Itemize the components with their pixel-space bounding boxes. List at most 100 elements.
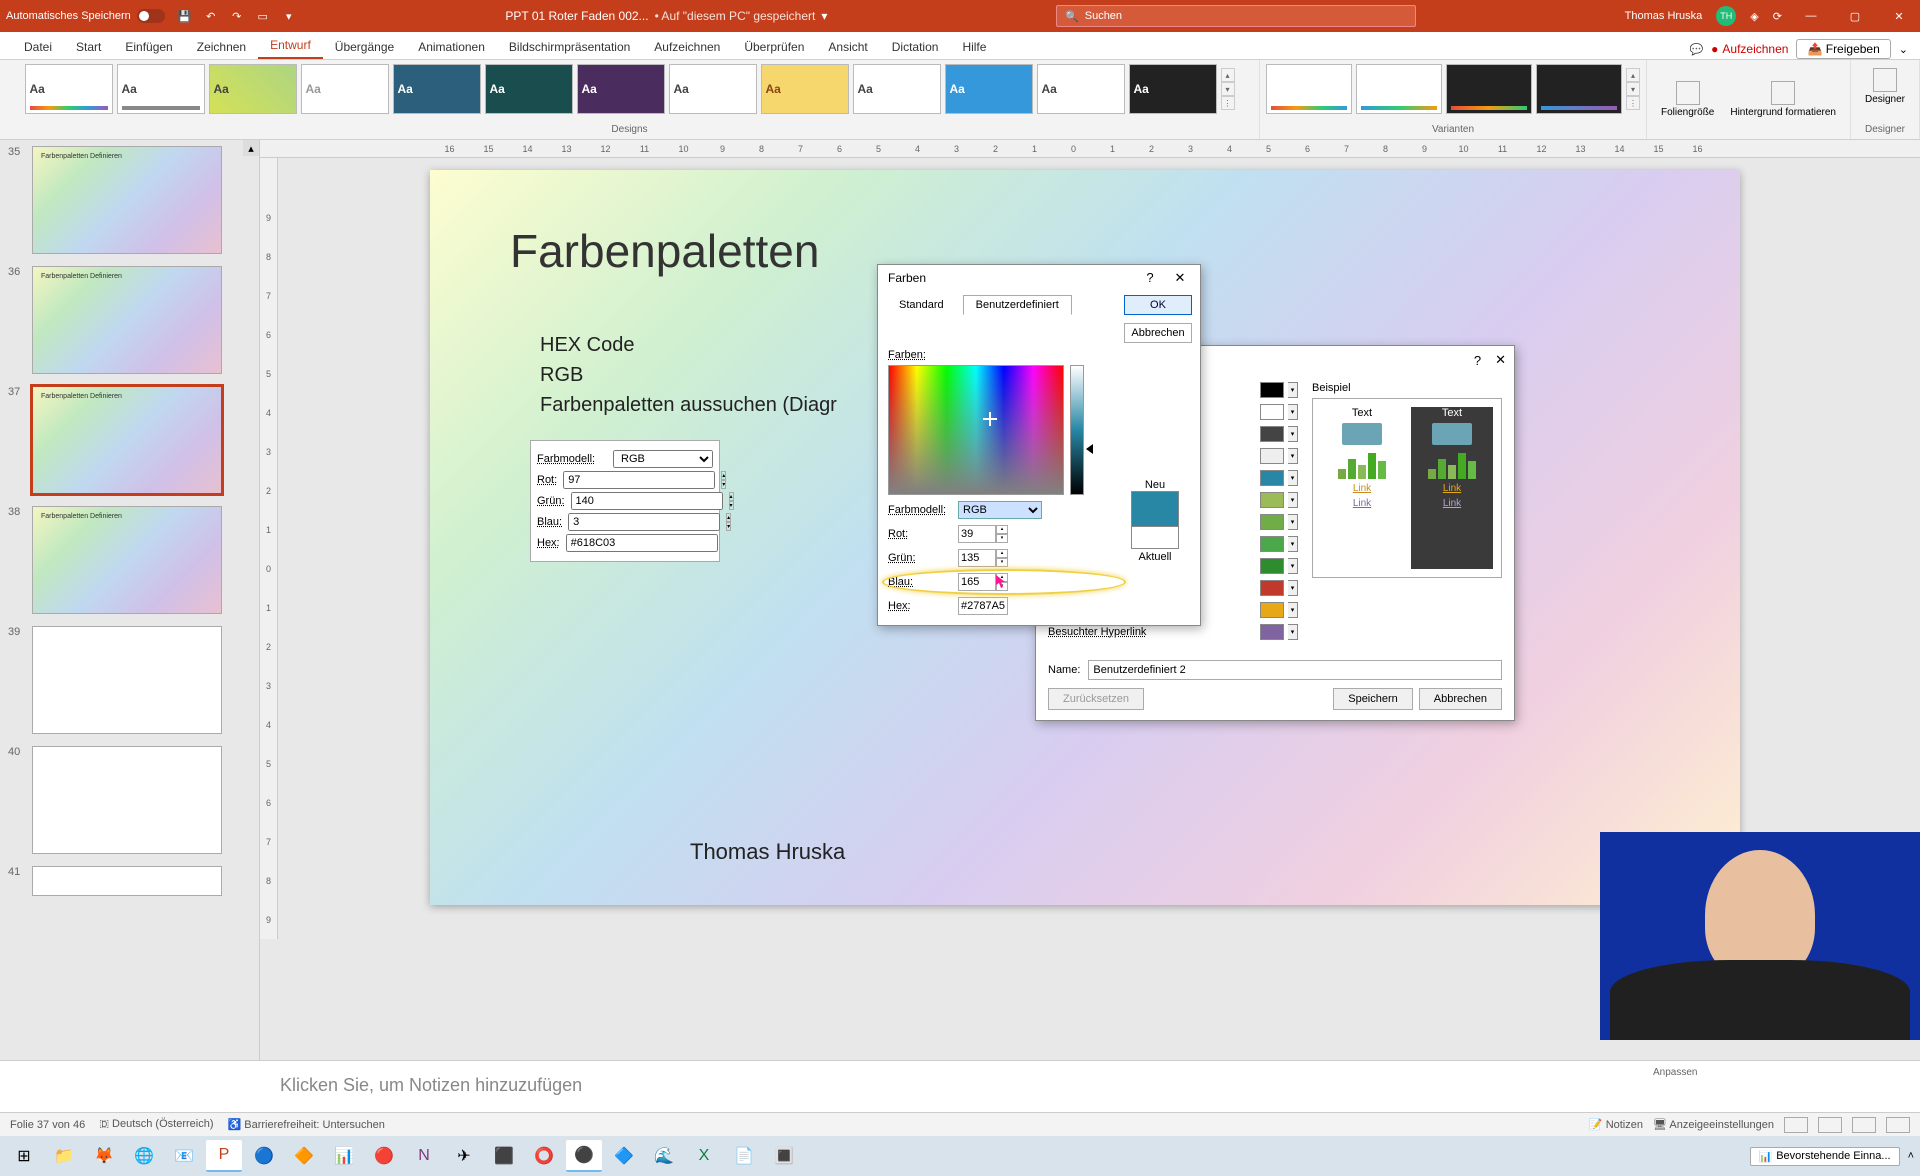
record-button[interactable]: ●Aufzeichnen — [1711, 42, 1788, 56]
slide-thumb-40[interactable] — [32, 746, 222, 854]
save-icon[interactable]: 💾 — [177, 8, 193, 24]
tab-start[interactable]: Start — [64, 35, 113, 59]
collapse-ribbon-icon[interactable]: ⌄ — [1899, 43, 1908, 56]
theme-thumb[interactable]: Aa — [761, 64, 849, 114]
app-icon[interactable]: ⭕ — [526, 1140, 562, 1172]
variants-more[interactable]: ▴▾⋮ — [1626, 64, 1640, 114]
user-avatar[interactable]: TH — [1716, 6, 1736, 26]
tab-custom[interactable]: Benutzerdefiniert — [963, 295, 1072, 315]
color-dropdown-icon[interactable]: ▾ — [1288, 426, 1298, 442]
tab-einfuegen[interactable]: Einfügen — [113, 35, 184, 59]
color-dropdown-icon[interactable]: ▾ — [1288, 492, 1298, 508]
variants-gallery[interactable]: ▴▾⋮ — [1266, 64, 1640, 114]
theme-thumb[interactable]: Aa — [209, 64, 297, 114]
theme-thumb[interactable]: Aa — [853, 64, 941, 114]
tab-zeichnen[interactable]: Zeichnen — [185, 35, 258, 59]
color-dropdown-icon[interactable]: ▾ — [1288, 470, 1298, 486]
variant-thumb[interactable] — [1266, 64, 1352, 114]
theme-thumb[interactable]: Aa — [393, 64, 481, 114]
cancel-button[interactable]: Abbrechen — [1419, 688, 1502, 710]
slide-panel[interactable]: ▴ 35Farbenpaletten Definieren 36Farbenpa… — [0, 140, 260, 1060]
designs-gallery[interactable]: Aa Aa Aa Aa Aa Aa Aa Aa Aa Aa Aa Aa Aa ▴… — [25, 64, 1235, 114]
color-dropdown-icon[interactable]: ▾ — [1288, 580, 1298, 596]
tab-dictation[interactable]: Dictation — [880, 35, 951, 59]
color-dropdown-icon[interactable]: ▾ — [1288, 448, 1298, 464]
variant-thumb[interactable] — [1446, 64, 1532, 114]
format-background-button[interactable]: Hintergrund formatieren — [1722, 77, 1844, 122]
app-icon[interactable]: 🔵 — [246, 1140, 282, 1172]
slideshow-view-icon[interactable] — [1886, 1117, 1910, 1133]
color-dropdown-icon[interactable]: ▾ — [1288, 602, 1298, 618]
variant-thumb[interactable] — [1536, 64, 1622, 114]
dialog-close-icon[interactable]: ✕ — [1495, 352, 1506, 368]
green-spinner[interactable]: ▴▾ — [996, 549, 1008, 567]
color-swatch[interactable] — [1260, 580, 1284, 596]
search-box[interactable]: 🔍 Suchen — [1056, 5, 1416, 27]
tab-aufzeichnen[interactable]: Aufzeichnen — [642, 35, 732, 59]
color-swatch[interactable] — [1260, 514, 1284, 530]
slide-thumb-39[interactable] — [32, 626, 222, 734]
tray-chevron-icon[interactable]: ˄ — [1908, 1150, 1914, 1162]
app-icon[interactable]: 🔷 — [606, 1140, 642, 1172]
red-spinner[interactable]: ▴▾ — [996, 525, 1008, 543]
sync-icon[interactable]: ⟳ — [1773, 10, 1782, 23]
tab-hilfe[interactable]: Hilfe — [950, 35, 998, 59]
tab-bildschirm[interactable]: Bildschirmpräsentation — [497, 35, 642, 59]
color-swatch[interactable] — [1260, 602, 1284, 618]
color-dropdown-icon[interactable]: ▾ — [1288, 382, 1298, 398]
designs-more[interactable]: ▴▾⋮ — [1221, 64, 1235, 114]
obs-icon[interactable]: ⚫ — [566, 1140, 602, 1172]
tab-uebergaenge[interactable]: Übergänge — [323, 35, 406, 59]
vlc-icon[interactable]: 🔶 — [286, 1140, 322, 1172]
app-icon[interactable]: ⬛ — [486, 1140, 522, 1172]
comments-icon[interactable]: 💬 — [1689, 43, 1703, 56]
theme-thumb[interactable]: Aa — [301, 64, 389, 114]
redo-icon[interactable]: ↷ — [229, 8, 245, 24]
blue-spinner[interactable]: ▴▾ — [996, 573, 1008, 591]
color-model-select[interactable]: RGB — [958, 501, 1042, 519]
edge-icon[interactable]: 🌊 — [646, 1140, 682, 1172]
color-swatch[interactable] — [1260, 448, 1284, 464]
tab-ansicht[interactable]: Ansicht — [816, 35, 879, 59]
red-input[interactable] — [958, 525, 996, 543]
color-swatch[interactable] — [1260, 536, 1284, 552]
color-swatch[interactable] — [1260, 470, 1284, 486]
hex-input[interactable] — [958, 597, 1008, 615]
notes-pane[interactable]: Klicken Sie, um Notizen hinzuzufügen — [0, 1060, 1920, 1112]
share-button[interactable]: 📤 Freigeben — [1796, 39, 1890, 59]
sorter-view-icon[interactable] — [1818, 1117, 1842, 1133]
theme-thumb[interactable]: Aa — [945, 64, 1033, 114]
color-swatch[interactable] — [1260, 624, 1284, 640]
notes-toggle[interactable]: 📝 Notizen — [1589, 1118, 1643, 1131]
start-menu-icon[interactable]: ⊞ — [6, 1140, 42, 1172]
theme-thumb[interactable]: Aa — [577, 64, 665, 114]
dialog-help-icon[interactable]: ? — [1474, 353, 1481, 368]
reading-view-icon[interactable] — [1852, 1117, 1876, 1133]
autosave-toggle[interactable] — [137, 9, 165, 23]
slide-thumb-35[interactable]: Farbenpaletten Definieren — [32, 146, 222, 254]
onenote-icon[interactable]: N — [406, 1140, 442, 1172]
slide-size-button[interactable]: Foliengröße — [1653, 77, 1722, 122]
slide-thumb-37[interactable]: Farbenpaletten Definieren — [32, 386, 222, 494]
scroll-up-icon[interactable]: ▴ — [243, 140, 259, 156]
user-name[interactable]: Thomas Hruska — [1625, 10, 1703, 22]
accessibility-check[interactable]: ♿ Barrierefreiheit: Untersuchen — [228, 1118, 385, 1131]
color-dropdown-icon[interactable]: ▾ — [1288, 624, 1298, 640]
tray-notification[interactable]: 📊 Bevorstehende Einna... — [1750, 1147, 1900, 1166]
save-button[interactable]: Speichern — [1333, 688, 1413, 710]
dialog-close-icon[interactable]: ✕ — [1170, 270, 1190, 286]
slide-counter[interactable]: Folie 37 von 46 — [10, 1119, 85, 1131]
tab-datei[interactable]: Datei — [12, 35, 64, 59]
tab-standard[interactable]: Standard — [886, 295, 957, 315]
green-input[interactable] — [958, 549, 996, 567]
outlook-icon[interactable]: 📧 — [166, 1140, 202, 1172]
theme-thumb[interactable]: Aa — [669, 64, 757, 114]
theme-thumb[interactable]: Aa — [1129, 64, 1217, 114]
title-dropdown-icon[interactable]: ▾ — [821, 9, 827, 23]
color-swatch[interactable] — [1260, 426, 1284, 442]
color-dropdown-icon[interactable]: ▾ — [1288, 536, 1298, 552]
excel-icon[interactable]: X — [686, 1140, 722, 1172]
explorer-icon[interactable]: 📁 — [46, 1140, 82, 1172]
tab-entwurf[interactable]: Entwurf — [258, 33, 323, 59]
cancel-button[interactable]: Abbrechen — [1124, 323, 1192, 343]
